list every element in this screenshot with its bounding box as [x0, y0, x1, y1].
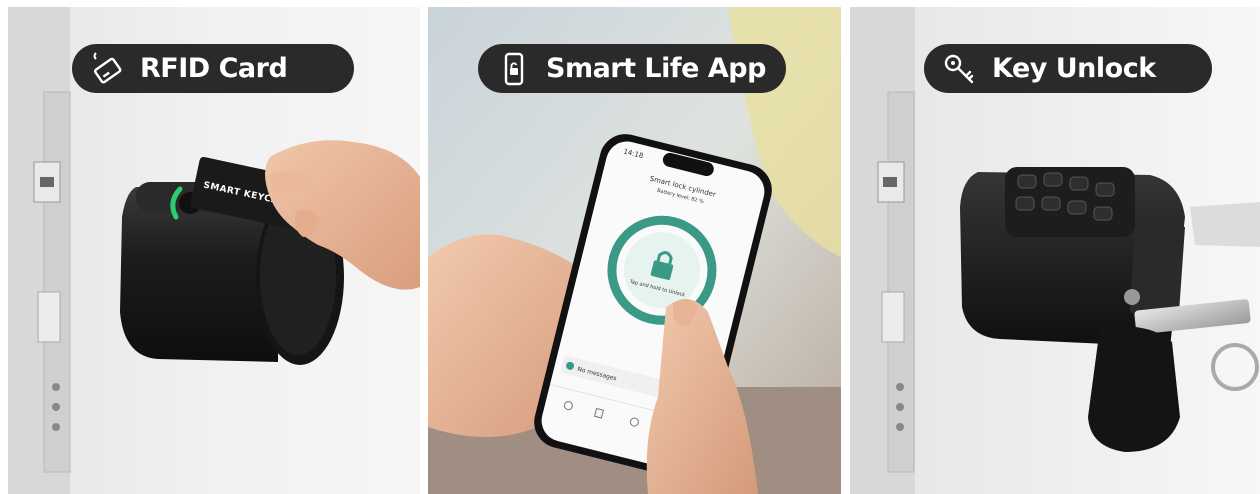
key-unlock-label: Key Unlock — [992, 53, 1156, 84]
panel-key-unlock: Key Unlock — [850, 7, 1260, 494]
key-unlock-label-pill: Key Unlock — [924, 44, 1212, 93]
rfid-card-label: RFID Card — [140, 53, 288, 84]
smart-life-app-label: Smart Life App — [546, 53, 766, 84]
panel-rfid-card: SMART KEYCARD RFID Card — [8, 7, 420, 494]
rfid-card-icon — [90, 51, 126, 87]
phone-lock-icon — [496, 51, 532, 87]
panel-smart-life-app: 14:18 Smart lock cylinder Battery level:… — [428, 7, 841, 494]
smart-life-app-label-pill: Smart Life App — [478, 44, 786, 93]
key-icon — [942, 51, 978, 87]
rfid-card-label-pill: RFID Card — [72, 44, 354, 93]
